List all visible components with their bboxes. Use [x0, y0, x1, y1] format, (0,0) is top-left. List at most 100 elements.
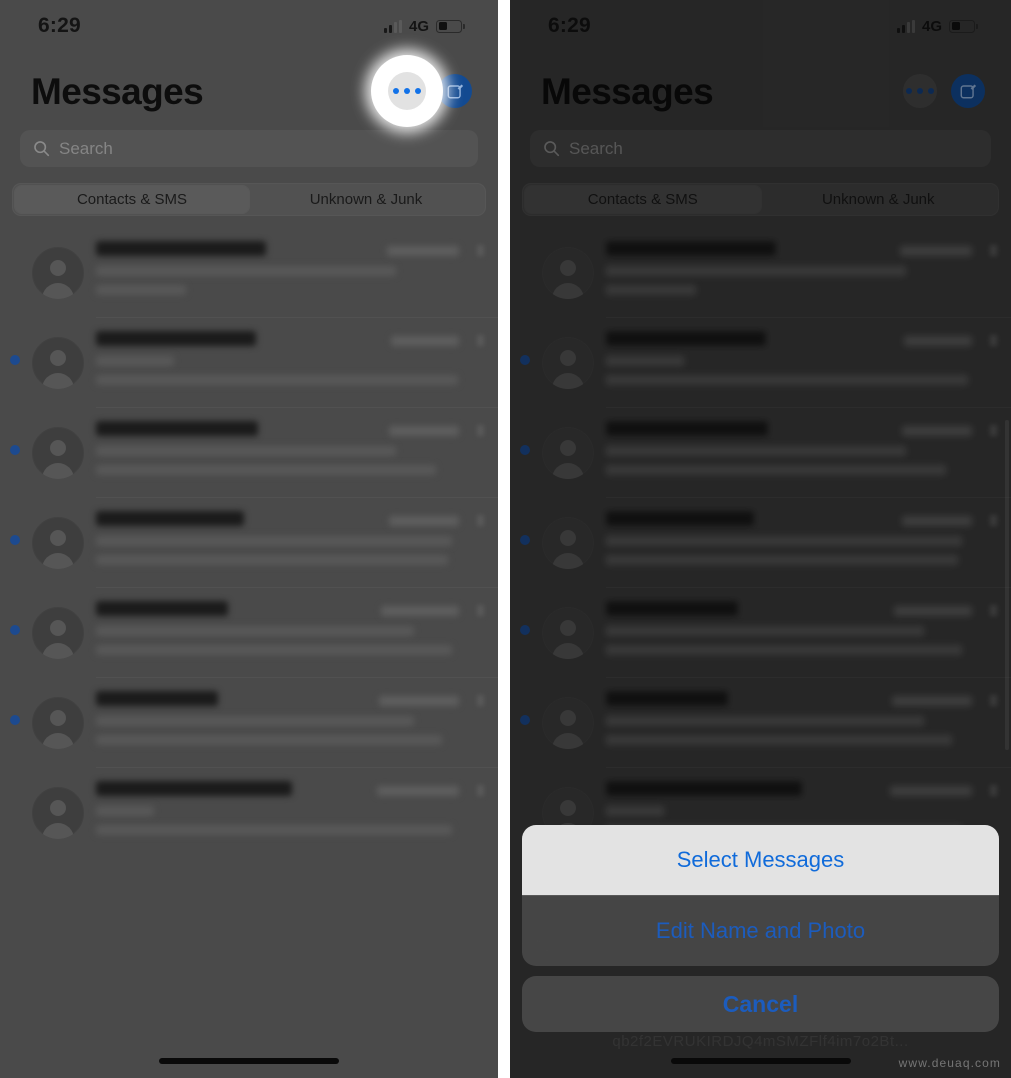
nav-bar-left: Messages — [0, 52, 498, 130]
tab-unknown-and-junk[interactable]: Unknown & Junk — [249, 186, 483, 213]
chevron-right-icon — [477, 425, 484, 436]
status-clock: 6:29 — [38, 14, 81, 37]
conversation-header — [96, 511, 484, 526]
conversation-preview-line-redacted — [96, 356, 174, 366]
conversation-row[interactable] — [0, 407, 498, 497]
conversation-sender-redacted — [96, 331, 256, 346]
conversation-text — [96, 509, 484, 565]
conversation-header — [96, 601, 484, 616]
action-sheet: Select Messages Edit Name and Photo Canc… — [522, 825, 999, 1032]
conversation-list-left[interactable] — [0, 227, 498, 857]
tab-contacts-and-sms[interactable]: Contacts & SMS — [15, 186, 249, 213]
status-indicators: 4G — [383, 18, 465, 35]
conversation-sender-redacted — [96, 691, 218, 706]
conversation-text — [96, 599, 484, 655]
chevron-right-icon — [477, 695, 484, 706]
ellipsis-icon — [393, 88, 421, 94]
person-avatar-icon — [32, 247, 84, 299]
conversation-text — [96, 779, 484, 835]
conversation-row[interactable] — [0, 227, 498, 317]
page-title: Messages — [31, 70, 204, 112]
conversation-preview-line-redacted — [96, 266, 396, 276]
conversation-header — [96, 241, 484, 256]
panel-divider — [498, 0, 510, 1078]
conversation-preview-line-redacted — [96, 645, 452, 655]
home-indicator — [670, 1058, 851, 1064]
conversation-preview-line-redacted — [96, 555, 448, 565]
unread-badge-icon — [10, 625, 20, 635]
conversation-row[interactable] — [0, 587, 498, 677]
conversation-sender-redacted — [96, 781, 292, 796]
conversation-header — [96, 331, 484, 346]
action-cancel-button[interactable]: Cancel — [522, 976, 999, 1032]
battery-icon — [436, 19, 465, 33]
conversation-preview-line-redacted — [96, 446, 396, 456]
conversation-preview-line-redacted — [96, 375, 458, 385]
action-sheet-options: Select Messages Edit Name and Photo — [522, 825, 999, 966]
unread-badge-placeholder — [10, 265, 20, 275]
filter-segmented-control[interactable]: Contacts & SMS Unknown & Junk — [12, 183, 486, 216]
conversation-header — [96, 421, 484, 436]
conversation-preview-line-redacted — [96, 536, 452, 546]
status-bar-left: 6:29 4G — [0, 0, 498, 52]
conversation-sender-redacted — [96, 601, 228, 616]
person-avatar-icon — [32, 607, 84, 659]
unread-badge-icon — [10, 715, 20, 725]
conversation-timestamp-redacted — [387, 246, 459, 256]
conversation-timestamp-redacted — [379, 696, 459, 706]
watermark: www.deuaq.com — [898, 1056, 1001, 1070]
chevron-right-icon — [477, 245, 484, 256]
conversation-header — [96, 691, 484, 706]
conversation-preview-line-redacted — [96, 465, 436, 475]
chevron-right-icon — [477, 605, 484, 616]
conversation-timestamp-redacted — [377, 786, 459, 796]
chevron-right-icon — [477, 515, 484, 526]
more-options-button[interactable] — [371, 55, 443, 127]
conversation-timestamp-redacted — [389, 516, 459, 526]
unread-badge-placeholder — [10, 805, 20, 815]
conversation-preview-line-redacted — [96, 716, 414, 726]
chevron-right-icon — [477, 785, 484, 796]
cellular-bars-icon — [383, 19, 402, 33]
conversation-row[interactable] — [0, 497, 498, 587]
person-avatar-icon — [32, 427, 84, 479]
nav-actions — [371, 55, 472, 127]
conversation-timestamp-redacted — [391, 336, 459, 346]
phone-screen-left: 6:29 4G Messages Search Contacts & SMS U… — [0, 0, 498, 1078]
conversation-sender-redacted — [96, 511, 244, 526]
person-avatar-icon — [32, 697, 84, 749]
action-select-messages[interactable]: Select Messages — [522, 825, 999, 895]
search-input[interactable]: Search — [20, 130, 478, 167]
conversation-text — [96, 419, 484, 475]
home-indicator — [159, 1058, 339, 1064]
conversation-timestamp-redacted — [381, 606, 459, 616]
action-edit-name-and-photo[interactable]: Edit Name and Photo — [522, 896, 999, 966]
conversation-sender-redacted — [96, 421, 258, 436]
conversation-preview-line-redacted — [96, 285, 186, 295]
person-avatar-icon — [32, 517, 84, 569]
filter-tabs-area-left: Contacts & SMS Unknown & Junk — [0, 167, 498, 216]
conversation-row[interactable] — [0, 767, 498, 857]
person-avatar-icon — [32, 787, 84, 839]
conversation-preview-line-redacted — [96, 825, 452, 835]
conversation-timestamp-redacted — [389, 426, 459, 436]
phone-screen-right: 6:29 4G Messages Search Contacts & SMS U… — [510, 0, 1011, 1078]
conversation-text — [96, 689, 484, 745]
conversation-row[interactable] — [0, 677, 498, 767]
person-avatar-icon — [32, 337, 84, 389]
compose-message-button[interactable] — [438, 74, 472, 108]
conversation-preview-line-redacted — [96, 735, 442, 745]
conversation-preview-line-redacted — [96, 626, 414, 636]
unread-badge-icon — [10, 445, 20, 455]
compose-icon — [447, 83, 463, 98]
unread-badge-icon — [10, 355, 20, 365]
conversation-text — [96, 239, 484, 295]
conversation-row[interactable] — [0, 317, 498, 407]
search-area-left: Search — [0, 130, 498, 167]
conversation-text — [96, 329, 484, 385]
screenshot-stage: 6:29 4G Messages Search Contacts & SMS U… — [0, 0, 1011, 1078]
conversation-header — [96, 781, 484, 796]
conversation-sender-redacted — [96, 241, 266, 256]
unread-badge-icon — [10, 535, 20, 545]
conversation-preview-line-redacted — [96, 806, 154, 816]
